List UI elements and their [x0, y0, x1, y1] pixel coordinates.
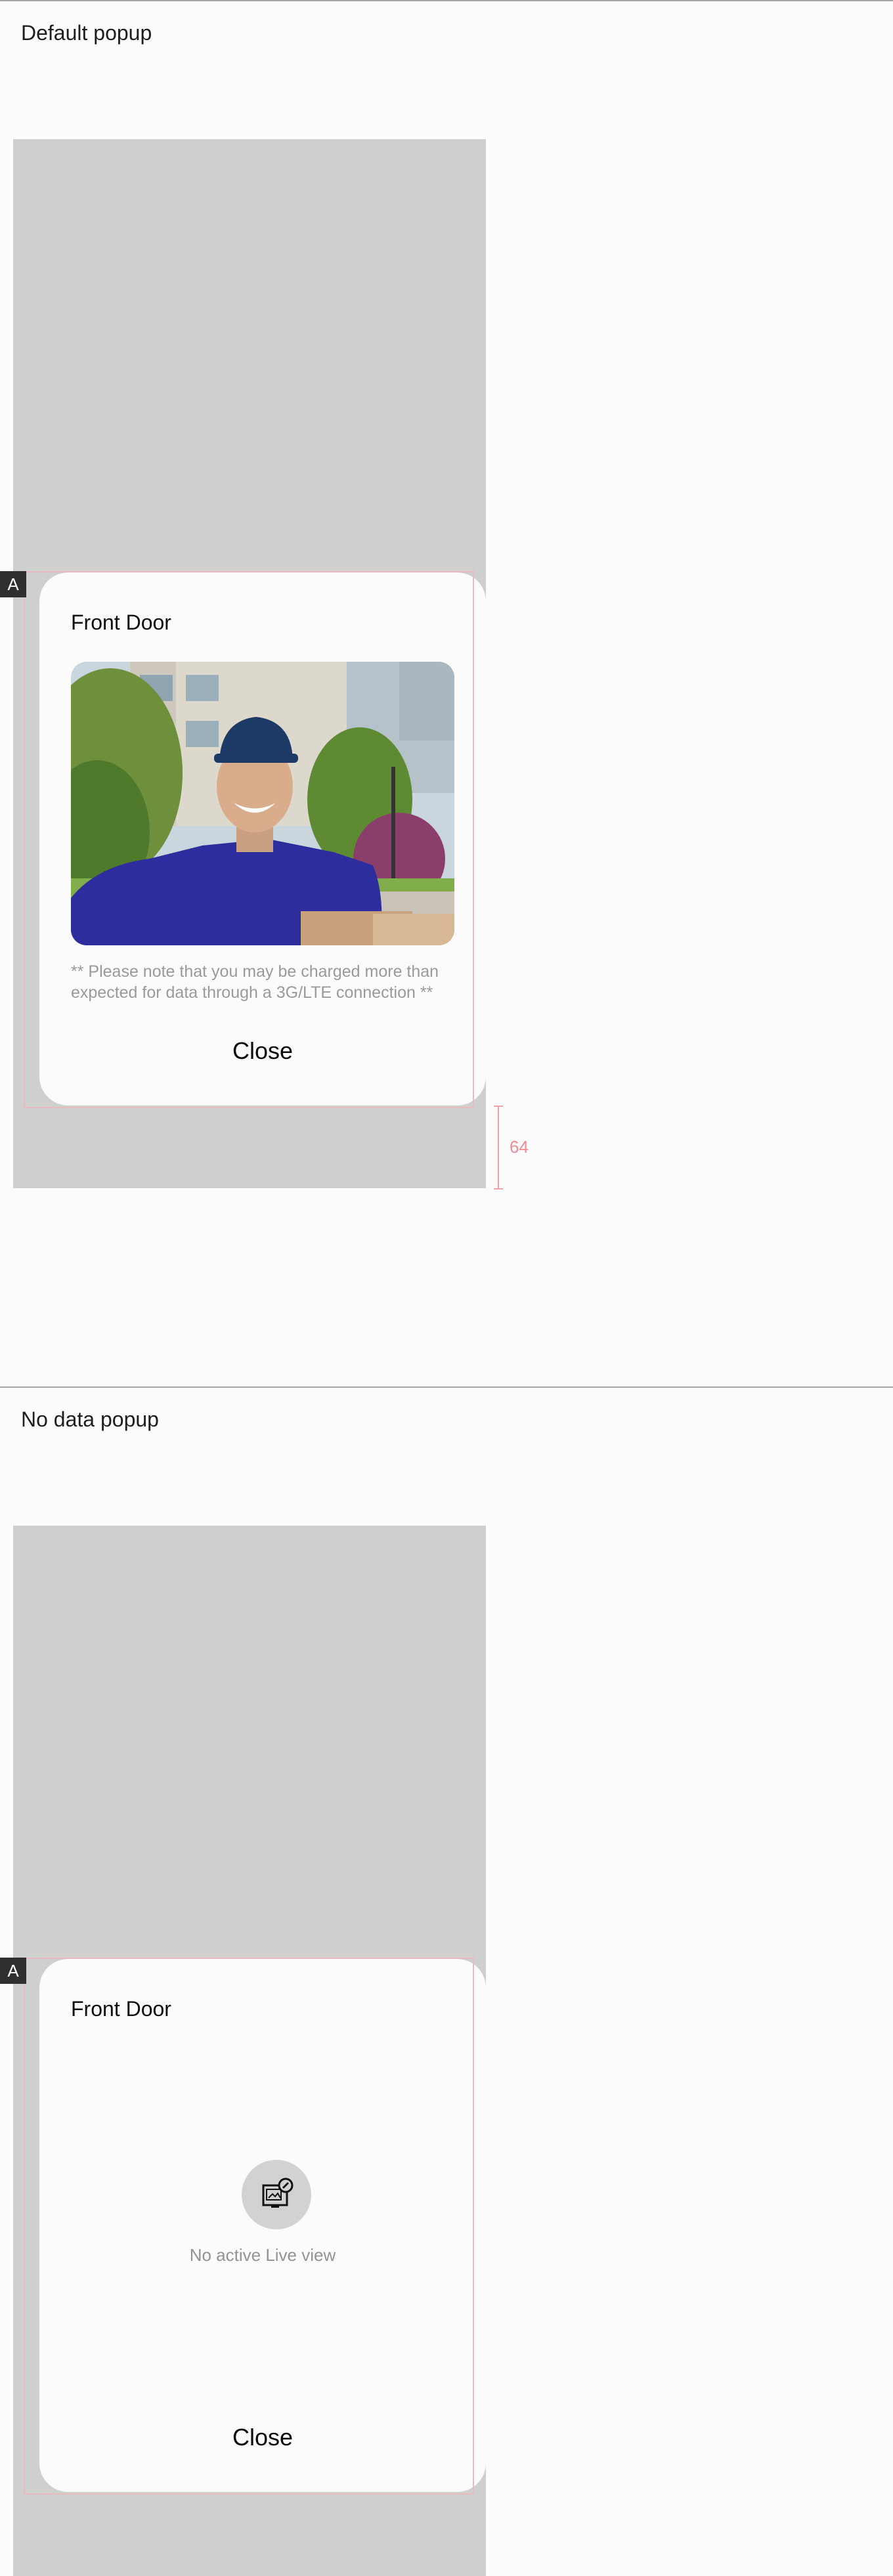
spacing-line — [498, 1106, 499, 1190]
anchor-badge-default: A — [0, 571, 26, 597]
no-live-view-icon-circle — [242, 2160, 311, 2229]
spacing-label: 64 — [510, 1137, 529, 1157]
close-button[interactable]: Close — [217, 1032, 309, 1070]
data-charge-note: ** Please note that you may be charged m… — [71, 962, 439, 1002]
close-button[interactable]: Close — [217, 2418, 309, 2457]
phone-frame-default: Front Door ** Please note that you may b… — [13, 139, 486, 1188]
section-rule-no-data — [0, 1386, 893, 1388]
popup-default: Front Door ** Please note that you may b… — [39, 572, 486, 1106]
section-rule-top — [0, 0, 893, 1]
popup-no-data: Front Door No active Live view Close — [39, 1959, 486, 2492]
popup-title: Front Door — [71, 1997, 171, 2021]
phone-frame-no-data: Front Door No active Live view Close — [13, 1526, 486, 2576]
popup-title: Front Door — [71, 611, 171, 634]
section-title-no-data-popup: No data popup — [21, 1407, 159, 1431]
section-title-default-popup: Default popup — [21, 21, 152, 45]
spacing-tick-top — [494, 1106, 503, 1107]
spacing-tick-bottom — [494, 1188, 503, 1190]
live-view-image[interactable] — [71, 662, 454, 945]
no-live-view-icon — [262, 2178, 294, 2208]
empty-state-message: No active Live view — [189, 2245, 336, 2265]
delivery-person-photo — [71, 662, 454, 945]
anchor-badge-no-data: A — [0, 1958, 26, 1984]
